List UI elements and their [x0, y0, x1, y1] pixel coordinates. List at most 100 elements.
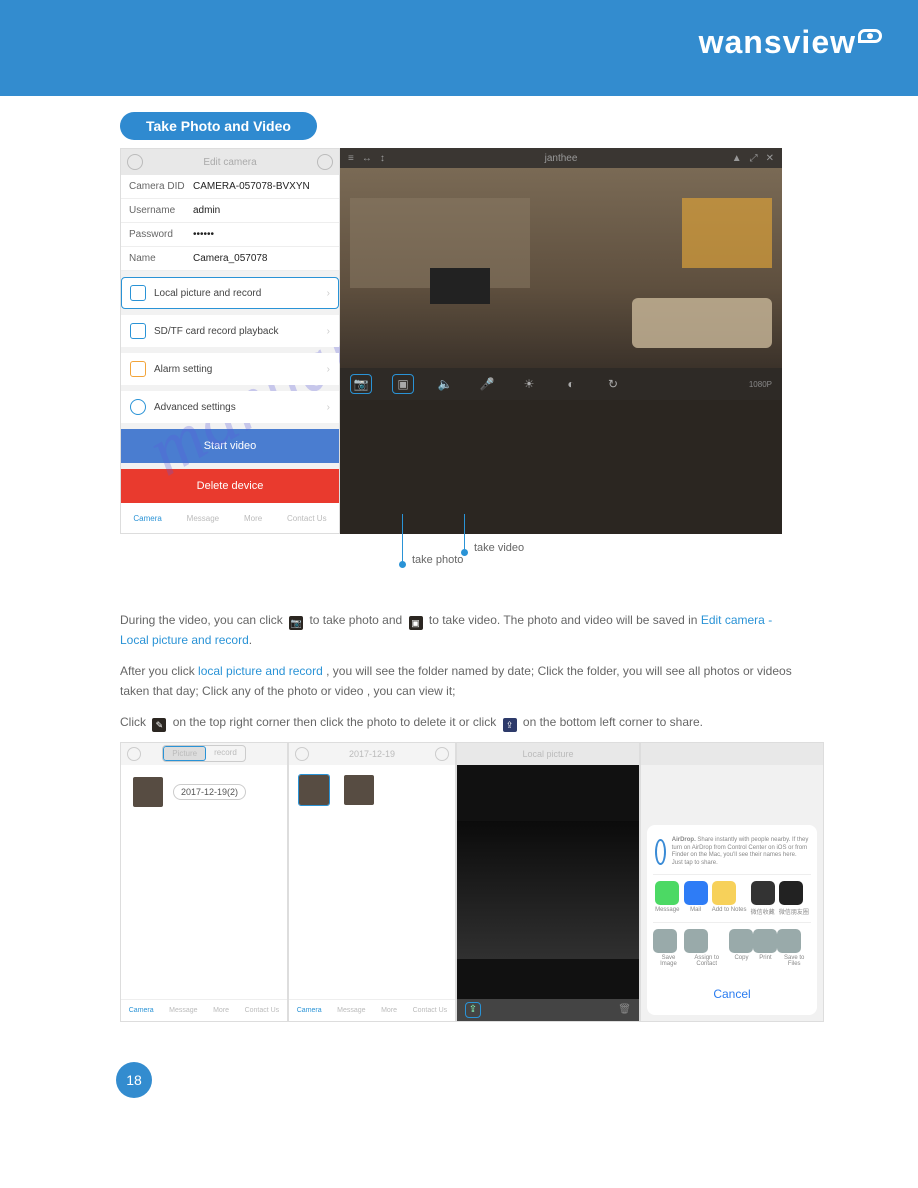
edit-icon: ✎ [152, 718, 166, 732]
tab-contact[interactable]: Contact Us [287, 514, 327, 523]
share-sheet-screenshot: AirDrop. Share instantly with people nea… [640, 742, 824, 1022]
edit-camera-screenshot: Edit camera Camera DIDCAMERA-057078-BVXY… [120, 148, 340, 534]
bottom-tabs: Camera Message More Contact Us [289, 999, 455, 1021]
airdrop-text: AirDrop. Share instantly with people nea… [672, 837, 809, 868]
brightness-icon[interactable]: ☀ [518, 374, 540, 394]
tab-camera[interactable]: Camera [133, 514, 161, 523]
assign-contact-icon[interactable] [684, 929, 708, 953]
viewer-toolbar: ⇪ 🗑 [457, 999, 639, 1021]
share-sheet: AirDrop. Share instantly with people nea… [647, 825, 817, 1015]
photo-preview [457, 821, 639, 959]
notes-app-icon[interactable] [712, 881, 736, 905]
copy-icon[interactable] [729, 929, 753, 953]
share-icon: ⇪ [503, 718, 517, 732]
take-video-button[interactable]: ▣ [392, 374, 414, 394]
field-password: Password•••••• [121, 223, 339, 247]
callout-take-video: take video [474, 542, 524, 554]
option-alarm[interactable]: Alarm setting› [121, 353, 339, 385]
field-name: NameCamera_057078 [121, 247, 339, 271]
save-image-icon[interactable] [653, 929, 677, 953]
contrast-icon[interactable]: ◐ [560, 374, 582, 394]
share-button[interactable]: ⇪ [465, 1002, 481, 1018]
speaker-icon[interactable]: 🔈 [434, 374, 456, 394]
delete-device-button[interactable]: Delete device [121, 469, 339, 503]
viewer-header: Local picture [457, 743, 639, 765]
photo-thumbnail[interactable] [344, 775, 374, 805]
share-actions-row: Save Image Assign to Contact Copy Print … [653, 922, 811, 973]
brand-logo: wansview [699, 24, 882, 61]
option-advanced[interactable]: Advanced settings› [121, 391, 339, 423]
video-icon: ▣ [409, 616, 423, 630]
mail-app-icon[interactable] [684, 881, 708, 905]
viewer-title: Local picture [522, 749, 573, 759]
mobile-thumbnails-screenshot: 2017-12-19 Camera Message More Contact U… [288, 742, 456, 1022]
picture-icon [130, 285, 146, 301]
wechat-fav-icon[interactable] [751, 881, 775, 905]
chevron-right-icon: › [327, 326, 330, 337]
back-icon[interactable] [127, 154, 143, 170]
back-icon[interactable] [295, 747, 309, 761]
sd-icon [130, 323, 146, 339]
edit-camera-header: Edit camera [121, 149, 339, 175]
print-icon[interactable] [753, 929, 777, 953]
viewer-header-dim [641, 743, 823, 765]
confirm-icon[interactable] [317, 154, 333, 170]
field-username: Usernameadmin [121, 199, 339, 223]
delete-icon[interactable]: 🗑 [618, 1004, 631, 1015]
live-view-header: ≡ ↔ ↕ janthee ▲ ⤢ ✕ [340, 148, 782, 168]
page-header: wansview [0, 0, 918, 96]
alarm-icon [130, 361, 146, 377]
instruction-text: During the video, you can click 📷 to tak… [120, 610, 798, 732]
fullscreen-icon[interactable]: ⤢ [750, 153, 758, 164]
live-view-screenshot: ≡ ↔ ↕ janthee ▲ ⤢ ✕ 📷 ▣ 🔈 🎤 ☀ [340, 148, 782, 534]
chevron-right-icon: › [327, 364, 330, 375]
eye-icon [858, 29, 882, 43]
mobile-viewer-screenshot: Local picture ⇪ 🗑 [456, 742, 640, 1022]
camera-icon: 📷 [289, 616, 303, 630]
close-icon[interactable]: ✕ [766, 153, 774, 164]
brand-text: wansview [699, 24, 856, 60]
live-title: janthee [545, 153, 578, 164]
edit-icon[interactable] [435, 747, 449, 761]
airdrop-row[interactable]: AirDrop. Share instantly with people nea… [653, 831, 811, 874]
callout-take-photo: take photo [412, 554, 463, 566]
resolution-label[interactable]: 1080P [749, 380, 772, 389]
date-title: 2017-12-19 [349, 749, 395, 759]
callout-guides: take photo take video [120, 534, 878, 590]
live-toolbar: 📷 ▣ 🔈 🎤 ☀ ◐ ↻ 1080P [340, 368, 782, 400]
tab-message[interactable]: Message [187, 514, 219, 523]
bottom-tabs: Camera Message More Contact Us [121, 999, 287, 1021]
cancel-button[interactable]: Cancel [653, 979, 811, 1009]
section-title: Take Photo and Video [120, 112, 317, 140]
up-icon[interactable]: ▲ [732, 153, 742, 164]
menu-icon[interactable]: ≡ [348, 153, 354, 164]
vertical-icon[interactable]: ↕ [380, 153, 385, 164]
wechat-moments-icon[interactable] [779, 881, 803, 905]
tab-more[interactable]: More [244, 514, 262, 523]
mobile-folder-screenshot: Picture record 2017-12-19(2) Camera Mess… [120, 742, 288, 1022]
airdrop-icon [655, 839, 666, 865]
expand-icon[interactable]: ↔ [362, 153, 372, 164]
gear-icon [130, 399, 146, 415]
share-apps-row: Message Mail Add to Notes 微信收藏 微信朋友圈 [653, 874, 811, 922]
field-did: Camera DIDCAMERA-057078-BVXYN [121, 175, 339, 199]
take-photo-button[interactable]: 📷 [350, 374, 372, 394]
option-local-picture[interactable]: Local picture and record› [121, 277, 339, 309]
page-number: 18 [116, 1062, 152, 1098]
save-files-icon[interactable] [777, 929, 801, 953]
edit-camera-title: Edit camera [203, 157, 256, 168]
folder-thumb-icon [133, 777, 163, 807]
message-app-icon[interactable] [655, 881, 679, 905]
start-video-button[interactable]: Start video [121, 429, 339, 463]
photo-thumbnail[interactable] [299, 775, 329, 805]
chevron-right-icon: › [327, 402, 330, 413]
option-sd-playback[interactable]: SD/TF card record playback› [121, 315, 339, 347]
rotate-icon[interactable]: ↻ [602, 374, 624, 394]
mic-icon[interactable]: 🎤 [476, 374, 498, 394]
segment-control[interactable]: Picture record [162, 745, 246, 762]
back-icon[interactable] [127, 747, 141, 761]
chevron-right-icon: › [327, 288, 330, 299]
folder-name: 2017-12-19(2) [173, 784, 246, 800]
bottom-tabs: Camera Message More Contact Us [121, 503, 339, 533]
date-folder[interactable]: 2017-12-19(2) [127, 771, 281, 813]
